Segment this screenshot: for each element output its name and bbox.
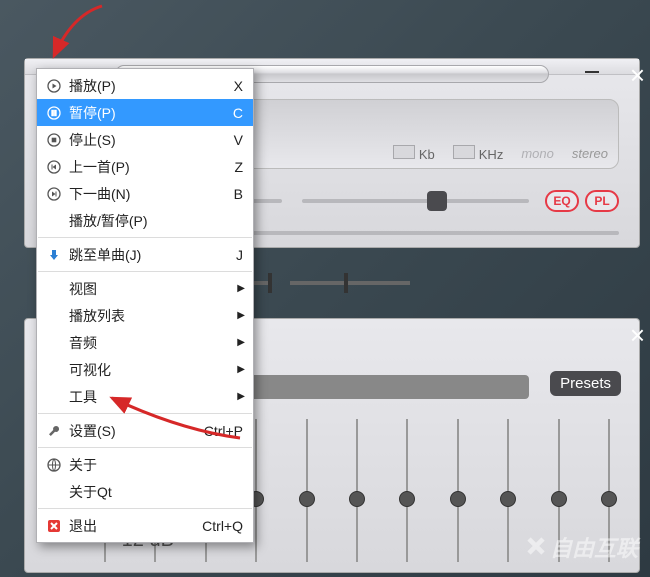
mono-indicator: mono [521, 146, 554, 161]
wrench-icon [43, 424, 65, 438]
volume-slider[interactable] [302, 199, 529, 203]
pl-toggle-button[interactable]: PL [585, 190, 619, 212]
menu-item-label: 退出 [65, 516, 192, 536]
menu-item-9[interactable]: 视图▶ [37, 275, 253, 302]
menu-item-3[interactable]: 上一首(P)Z [37, 153, 253, 180]
menu-item-15[interactable]: 设置(S)Ctrl+P [37, 417, 253, 444]
menu-item-20[interactable]: 退出Ctrl+Q [37, 512, 253, 539]
eq-toggle-button[interactable]: EQ [545, 190, 579, 212]
watermark: 自由互联 [522, 531, 638, 563]
menu-item-18[interactable]: 关于Qt [37, 478, 253, 505]
menu-item-1[interactable]: 暂停(P)C [37, 99, 253, 126]
menu-item-label: 可视化 [65, 360, 243, 380]
menu-item-shortcut: B [224, 186, 243, 202]
prev-icon [43, 160, 65, 174]
menu-separator [38, 237, 252, 238]
play-icon [43, 79, 65, 93]
stereo-indicator: stereo [572, 146, 608, 161]
menu-item-label: 停止(S) [65, 130, 224, 150]
minimize-button[interactable] [585, 71, 599, 73]
globe-icon [43, 458, 65, 472]
menu-separator [38, 447, 252, 448]
menu-item-2[interactable]: 停止(S)V [37, 126, 253, 153]
meters: Kb KHz mono stereo [393, 145, 608, 162]
menu-item-11[interactable]: 音频▶ [37, 329, 253, 356]
menu-item-shortcut: Ctrl+P [194, 423, 243, 439]
menu-item-label: 关于Qt [65, 482, 243, 502]
eq-band-8[interactable] [498, 419, 518, 562]
menu-item-label: 视图 [65, 279, 243, 299]
menu-separator [38, 413, 252, 414]
eq-band-7[interactable] [448, 419, 468, 562]
khz-meter: KHz [453, 145, 504, 162]
next-icon [43, 187, 65, 201]
menu-item-4[interactable]: 下一曲(N)B [37, 180, 253, 207]
context-menu: 播放(P)X暂停(P)C停止(S)V上一首(P)Z下一曲(N)B播放/暂停(P)… [36, 68, 254, 543]
eq-band-5[interactable] [347, 419, 367, 562]
menu-item-label: 播放/暂停(P) [65, 211, 243, 231]
menu-item-0[interactable]: 播放(P)X [37, 72, 253, 99]
submenu-arrow-icon: ▶ [237, 364, 245, 375]
menu-item-5[interactable]: 播放/暂停(P) [37, 207, 253, 234]
submenu-arrow-icon: ▶ [237, 391, 245, 402]
eq-band-6[interactable] [397, 419, 417, 562]
menu-item-shortcut: Z [224, 159, 243, 175]
menu-separator [38, 508, 252, 509]
menu-item-10[interactable]: 播放列表▶ [37, 302, 253, 329]
menu-item-7[interactable]: 跳至单曲(J)J [37, 241, 253, 268]
close-button[interactable]: × [630, 60, 645, 91]
menu-item-shortcut: X [224, 78, 243, 94]
menu-item-label: 工具 [65, 387, 243, 407]
menu-item-label: 暂停(P) [65, 103, 223, 123]
menu-item-label: 上一首(P) [65, 157, 224, 177]
menu-item-label: 跳至单曲(J) [65, 245, 226, 265]
menu-item-shortcut: C [223, 105, 243, 121]
menu-item-label: 设置(S) [65, 421, 194, 441]
kb-meter: Kb [393, 145, 435, 162]
vol-track-2[interactable] [290, 281, 410, 285]
stop-icon [43, 133, 65, 147]
eq-close-button[interactable]: × [630, 320, 645, 351]
pause-icon [43, 106, 65, 120]
menu-item-label: 音频 [65, 333, 243, 353]
menu-item-label: 下一曲(N) [65, 184, 224, 204]
menu-item-13[interactable]: 工具▶ [37, 383, 253, 410]
menu-item-shortcut: Ctrl+Q [192, 518, 243, 534]
menu-item-12[interactable]: 可视化▶ [37, 356, 253, 383]
menu-item-shortcut: V [224, 132, 243, 148]
eq-band-4[interactable] [297, 419, 317, 562]
menu-item-shortcut: J [226, 247, 243, 263]
presets-button[interactable]: Presets [550, 371, 621, 396]
jump-icon [43, 248, 65, 262]
menu-item-label: 播放(P) [65, 76, 224, 96]
exit-icon [43, 519, 65, 533]
menu-separator [38, 271, 252, 272]
menu-item-17[interactable]: 关于 [37, 451, 253, 478]
submenu-arrow-icon: ▶ [237, 337, 245, 348]
submenu-arrow-icon: ▶ [237, 283, 245, 294]
menu-item-label: 播放列表 [65, 306, 243, 326]
submenu-arrow-icon: ▶ [237, 310, 245, 321]
menu-item-label: 关于 [65, 455, 243, 475]
